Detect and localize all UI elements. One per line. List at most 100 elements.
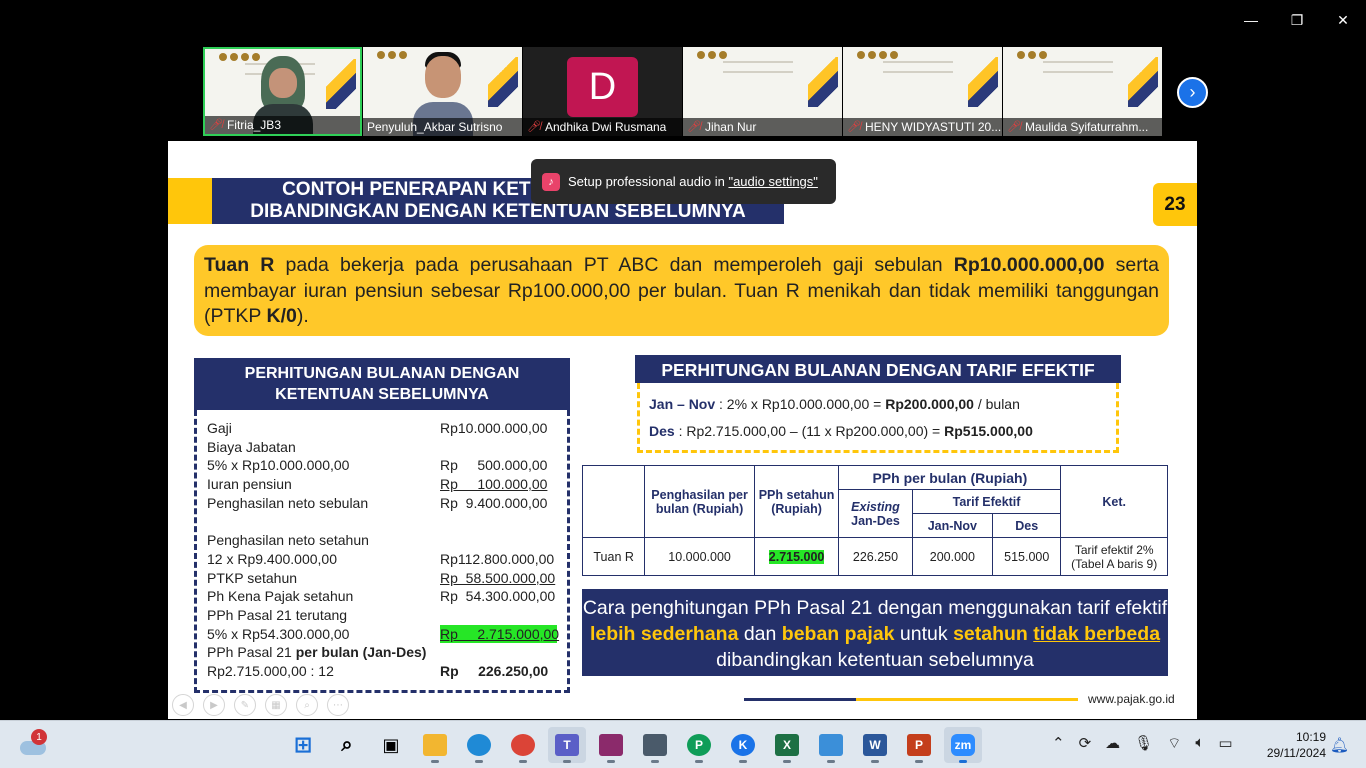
edge-button[interactable] [460, 727, 498, 763]
photos-icon [819, 734, 843, 756]
chrome-button[interactable] [504, 727, 542, 763]
wifi-icon[interactable]: ⌔ [1167, 734, 1181, 753]
calc-row: PPh Pasal 21 per bulan (Jan-Des) [207, 643, 557, 662]
table-header: PPh per bulan (Rupiah) [838, 465, 1062, 490]
clock[interactable]: 10:19 29/11/2024 [1254, 729, 1326, 761]
search-icon: ⌕ [341, 733, 353, 756]
calc-value [440, 531, 557, 550]
calc-row: 12 x Rp9.400.000,00 Rp112.800.000,00 [207, 550, 557, 569]
table-header: Tarif Efektif [911, 489, 1062, 514]
calc-suffix: / bulan [973, 396, 1020, 412]
participant-tile[interactable]: Penyuluh_Akbar Sutrisno [363, 47, 522, 136]
previous-slide-icon[interactable]: ◀ [172, 694, 194, 716]
chrome-profile-k-icon: K [731, 734, 755, 756]
calc-line-des: Des : Rp2.715.000,00 – (11 x Rp200.000,0… [649, 418, 1107, 445]
table-cell: 200.000 [911, 537, 994, 576]
participant-name: Penyuluh_Akbar Sutrisno [367, 120, 503, 134]
excel-button[interactable]: X [768, 727, 806, 763]
participant-name: Jihan Nur [704, 120, 757, 134]
taskbar: 1 ⊞ ⌕ ▣ T P K X W P zm ⌃ ⟳ ☁ 🎙︎ ⌔ 🔈︎ ▭ 1… [0, 720, 1366, 768]
notification-badge: 1 [31, 729, 47, 745]
participant-tile[interactable]: D 🎤︎̸ Andhika Dwi Rusmana [523, 47, 682, 136]
participant-tile[interactable]: 🎤︎̸ Fitria_JB3 [203, 47, 362, 136]
calc-label: Ph Kena Pajak setahun [207, 588, 354, 605]
search-button[interactable]: ⌕ [328, 727, 366, 763]
mic-muted-icon: 🎤︎̸ [1007, 121, 1021, 133]
summary-emphasis-underline: tidak berbeda [1033, 623, 1161, 645]
audio-settings-link[interactable]: "audio settings" [728, 174, 817, 189]
table-cell: Tuan R [581, 537, 646, 576]
teams-button[interactable]: T [548, 727, 586, 763]
weather-widget[interactable]: 1 [18, 729, 50, 761]
chrome-profile-p-button[interactable]: P [680, 727, 718, 763]
snipping-button[interactable] [636, 727, 674, 763]
calc-label: PTKP setahun [207, 569, 298, 586]
zoom-icon[interactable]: ⌕ [296, 694, 318, 716]
powerpoint-button[interactable]: P [900, 727, 938, 763]
case-description: Tuan R pada bekerja pada perusahaan PT A… [194, 245, 1169, 336]
calc-row: Gaji Rp10.000.000,00 [207, 419, 557, 438]
calc-value [440, 512, 557, 531]
clock-date: 29/11/2024 [1266, 746, 1326, 760]
intro-ptkp: K/0 [266, 305, 297, 327]
start-button[interactable]: ⊞ [284, 727, 322, 763]
footer-line-accent [744, 698, 856, 701]
close-icon[interactable]: ✕ [1320, 8, 1366, 32]
table-header: Des [992, 513, 1062, 538]
photos-button[interactable] [812, 727, 850, 763]
next-slide-icon[interactable]: ▶ [203, 694, 225, 716]
calc-row: PTKP setahun Rp 58.500.000,00 [207, 569, 557, 588]
table-cell-highlight: 2.715.000 [768, 549, 825, 564]
zoom-button[interactable]: zm [944, 727, 982, 763]
task-view-icon: ▣ [382, 734, 400, 755]
table-cell: 515.000 [992, 537, 1062, 576]
participant-tile[interactable]: 🎤︎̸ HENY WIDYASTUTI 20... [843, 47, 1002, 136]
calc-label: Gaji [207, 420, 232, 436]
summary-emphasis: beban pajak [781, 623, 895, 645]
calc-row: Biaya Jabatan [207, 438, 557, 457]
music-note-icon: ♪ [542, 172, 560, 191]
sync-icon[interactable]: ⟳ [1079, 734, 1092, 753]
audio-settings-toast: ♪ Setup professional audio in "audio set… [531, 159, 836, 204]
shared-slide: CONTOH PENERAPAN KETENTUAN PP 58/2023 DI… [168, 141, 1197, 719]
participant-name: HENY WIDYASTUTI 20... [864, 120, 1002, 134]
chrome-icon [511, 734, 535, 756]
file-explorer-button[interactable] [416, 727, 454, 763]
microphone-icon[interactable]: 🎙︎ [1134, 734, 1153, 753]
volume-icon[interactable]: 🔈︎ [1195, 734, 1204, 753]
participant-name: Maulida Syifaturrahm... [1024, 120, 1149, 134]
next-participants-button[interactable]: › [1177, 77, 1208, 108]
calc-spacer [207, 512, 557, 531]
calc-row: Ph Kena Pajak setahun Rp 54.300.000,00 [207, 587, 557, 606]
cloud-offline-icon[interactable]: ☁ [1105, 734, 1120, 753]
calc-label: PPh Pasal 21 [207, 644, 296, 661]
slides-grid-icon[interactable]: ▦ [265, 694, 287, 716]
slide-title-line2: DIBANDINGKAN DENGAN KETENTUAN SEBELUMNYA [250, 201, 746, 222]
notification-bell-icon[interactable]: 🔔︎ [1330, 736, 1349, 754]
minimize-icon[interactable]: — [1228, 8, 1274, 32]
calc-value: Rp112.800.000,00 [440, 550, 555, 567]
task-view-button[interactable]: ▣ [372, 727, 410, 763]
summary-text: untuk [894, 623, 954, 645]
pen-icon[interactable]: ✎ [234, 694, 256, 716]
calc-label: PPh Pasal 21 terutang [207, 606, 348, 623]
participant-tile[interactable]: 🎤︎̸ Maulida Syifaturrahm... [1003, 47, 1162, 136]
chrome-profile-k-button[interactable]: K [724, 727, 762, 763]
file-explorer-icon [423, 734, 447, 756]
calc-value: Rp 54.300.000,00 [440, 588, 556, 605]
toast-text: Setup professional audio in [568, 174, 729, 189]
comparison-table: Penghasilan per bulan (Rupiah) PPh setah… [581, 465, 1168, 576]
clock-time: 10:19 [1295, 730, 1326, 744]
calc-text: : 2% x Rp10.000.000,00 = [715, 396, 886, 412]
chevron-up-icon[interactable]: ⌃ [1052, 734, 1065, 753]
restore-icon[interactable]: ❐ [1274, 8, 1320, 32]
word-button[interactable]: W [856, 727, 894, 763]
more-icon[interactable]: ⋯ [327, 694, 349, 716]
battery-icon[interactable]: ▭ [1218, 734, 1232, 753]
calc-value [440, 438, 557, 457]
winrar-button[interactable] [592, 727, 630, 763]
calc-value: Rp 226.250,00 [440, 662, 549, 679]
participant-name: Andhika Dwi Rusmana [544, 120, 667, 134]
participant-tile[interactable]: 🎤︎̸ Jihan Nur [683, 47, 842, 136]
word-icon: W [863, 734, 887, 756]
